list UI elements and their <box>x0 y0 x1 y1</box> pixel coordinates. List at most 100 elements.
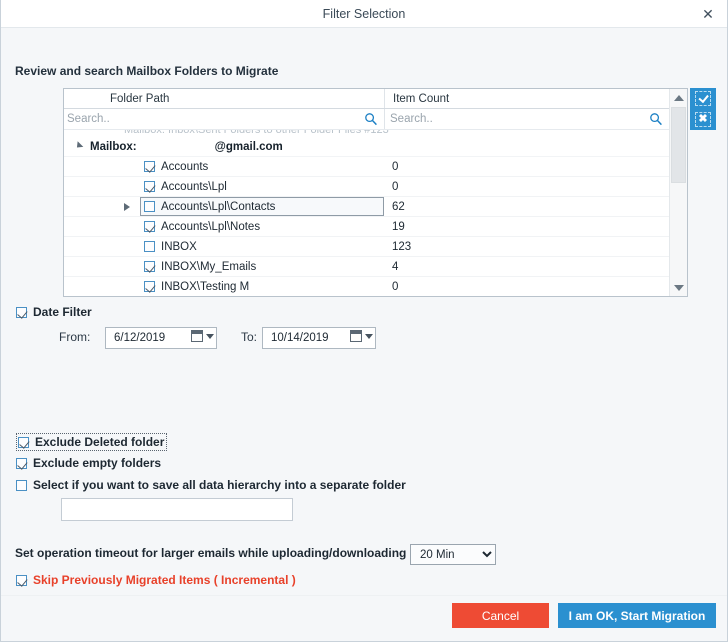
folder-path-label: Accounts\Lpl\Contacts <box>161 200 276 213</box>
grid-side-buttons: ✖ <box>690 88 716 130</box>
cell-item-count: 0 <box>392 280 399 293</box>
timeout-label: Set operation timeout for larger emails … <box>15 546 407 560</box>
mailbox-domain-label: @gmail.com <box>214 140 283 153</box>
scrollbar-thumb[interactable] <box>671 107 686 183</box>
search-cell-item-count: Search.. <box>384 109 669 129</box>
ghost-row-text: Mailbox: Inbox\Sent Folders to other Fol… <box>124 130 389 136</box>
uncheck-all-icon: ✖ <box>695 112 711 127</box>
column-header-folder-path[interactable]: Folder Path <box>64 89 384 108</box>
cell-folder-path: Accounts <box>64 157 384 177</box>
magnifier-icon[interactable] <box>364 112 378 126</box>
date-to-label: To: <box>241 330 258 344</box>
folder-checkbox[interactable] <box>144 161 155 172</box>
table-row[interactable]: INBOX 123 <box>64 237 669 257</box>
grid-ghost-row: Mailbox: Inbox\Sent Folders to other Fol… <box>64 130 669 137</box>
vertical-scrollbar[interactable] <box>669 89 687 296</box>
date-to-field[interactable]: 10/14/2019 <box>262 327 376 349</box>
timeout-select[interactable]: 20 Min <box>410 544 496 565</box>
folder-checkbox[interactable] <box>144 201 155 212</box>
titlebar: Filter Selection ✕ <box>1 0 727 28</box>
dialog-footer: Cancel I am OK, Start Migration <box>1 595 727 641</box>
select-all-button[interactable] <box>690 88 716 109</box>
table-row[interactable]: Accounts\Lpl\Notes 19 <box>64 217 669 237</box>
start-migration-button[interactable]: I am OK, Start Migration <box>558 603 716 628</box>
exclude-deleted-folder-label: Exclude Deleted folder <box>35 435 165 449</box>
skip-migrated-items-checkbox[interactable]: Skip Previously Migrated Items ( Increme… <box>16 573 296 587</box>
redacted-email-block <box>138 141 213 152</box>
cell-folder-path: Accounts\Lpl\Contacts <box>64 196 384 217</box>
filter-selection-dialog: Filter Selection ✕ Review and search Mai… <box>0 0 728 642</box>
search-folder-path-input[interactable]: Search.. <box>67 113 110 125</box>
cell-item-count: 4 <box>392 260 399 273</box>
save-hierarchy-checkbox[interactable]: Select if you want to save all data hier… <box>16 478 406 492</box>
date-to-picker-button[interactable] <box>350 330 373 342</box>
date-to-value: 10/14/2019 <box>271 332 329 344</box>
cell-folder-path: Accounts\Lpl <box>64 177 384 197</box>
folder-path-label: INBOX\My_Emails <box>161 260 257 273</box>
cell-item-count: 123 <box>392 240 412 253</box>
date-from-picker-button[interactable] <box>191 330 214 342</box>
cell-item-count: 19 <box>392 220 405 233</box>
table-row[interactable]: INBOX\My_Emails 4 <box>64 257 669 277</box>
cell-item-count: 62 <box>392 200 405 213</box>
magnifier-icon[interactable] <box>649 112 663 126</box>
table-row[interactable]: Accounts\Lpl\Contacts 62 <box>64 196 669 217</box>
folder-path-label: INBOX\Testing M <box>161 280 250 293</box>
checkbox-box <box>16 479 27 491</box>
date-from-field[interactable]: 6/12/2019 <box>105 327 217 349</box>
folder-checkbox[interactable] <box>144 261 155 272</box>
checkbox-box <box>18 436 29 448</box>
folder-checkbox[interactable] <box>144 221 155 232</box>
exclude-empty-folders-checkbox[interactable]: Exclude empty folders <box>16 456 161 470</box>
cancel-button[interactable]: Cancel <box>452 603 549 628</box>
column-header-item-count[interactable]: Item Count <box>384 89 669 108</box>
search-item-count-input[interactable]: Search.. <box>390 113 433 125</box>
cell-item-count: 0 <box>392 160 399 173</box>
grid-mailbox-root-row[interactable]: Mailbox: @gmail.com <box>64 137 669 157</box>
calendar-icon <box>350 330 362 342</box>
mailbox-prefix-label: Mailbox: <box>90 140 137 153</box>
checkbox-box <box>16 306 27 318</box>
cell-folder-path: INBOX <box>64 237 384 257</box>
folder-checkbox[interactable] <box>144 241 155 252</box>
chevron-right-icon[interactable] <box>124 202 130 211</box>
folder-grid-viewport: Folder Path Item Count Search.. Search.. <box>64 89 669 296</box>
table-row[interactable]: INBOX\Testing M 0 <box>64 277 669 296</box>
folder-checkbox[interactable] <box>144 281 155 292</box>
hierarchy-folder-name-input[interactable] <box>61 498 293 521</box>
checkbox-box <box>16 574 27 586</box>
save-hierarchy-label: Select if you want to save all data hier… <box>33 478 406 492</box>
close-icon[interactable]: ✕ <box>693 0 723 28</box>
grid-header-row: Folder Path Item Count <box>64 89 669 109</box>
scroll-down-arrow-icon[interactable] <box>670 279 687 296</box>
folder-path-label: Accounts\Lpl <box>161 180 227 193</box>
folder-checkbox[interactable] <box>144 181 155 192</box>
section-heading: Review and search Mailbox Folders to Mig… <box>15 64 279 78</box>
chevron-down-icon <box>206 333 214 339</box>
date-from-value: 6/12/2019 <box>114 332 166 344</box>
cell-folder-path: Accounts\Lpl\Notes <box>64 217 384 237</box>
check-all-icon <box>695 91 711 106</box>
date-filter-checkbox[interactable]: Date Filter <box>16 305 92 319</box>
cell-folder-path: INBOX\Testing M <box>64 277 384 297</box>
deselect-all-button[interactable]: ✖ <box>690 109 716 130</box>
table-row[interactable]: Accounts\Lpl 0 <box>64 177 669 197</box>
folder-grid: Folder Path Item Count Search.. Search.. <box>63 88 688 297</box>
folder-path-label: INBOX <box>161 240 197 253</box>
date-from-label: From: <box>59 330 91 344</box>
chevron-down-icon[interactable] <box>74 141 84 151</box>
scroll-up-arrow-icon[interactable] <box>670 89 687 106</box>
table-row[interactable]: Accounts 0 <box>64 157 669 177</box>
cell-folder-path: INBOX\My_Emails <box>64 257 384 277</box>
window-title: Filter Selection <box>322 7 406 21</box>
search-cell-folder-path: Search.. <box>64 109 384 129</box>
folder-path-label: Accounts\Lpl\Notes <box>161 220 261 233</box>
checkbox-box <box>16 457 27 469</box>
chevron-down-icon <box>365 333 373 339</box>
cell-item-count: 0 <box>392 180 399 193</box>
calendar-icon <box>191 330 203 342</box>
grid-rows: Accounts 0 Accounts\Lpl 0 Accounts\Lpl\Conta… <box>64 157 669 296</box>
grid-search-row: Search.. Search.. <box>64 109 669 130</box>
skip-migrated-items-label: Skip Previously Migrated Items ( Increme… <box>33 573 296 587</box>
exclude-deleted-folder-checkbox[interactable]: Exclude Deleted folder <box>16 433 168 451</box>
